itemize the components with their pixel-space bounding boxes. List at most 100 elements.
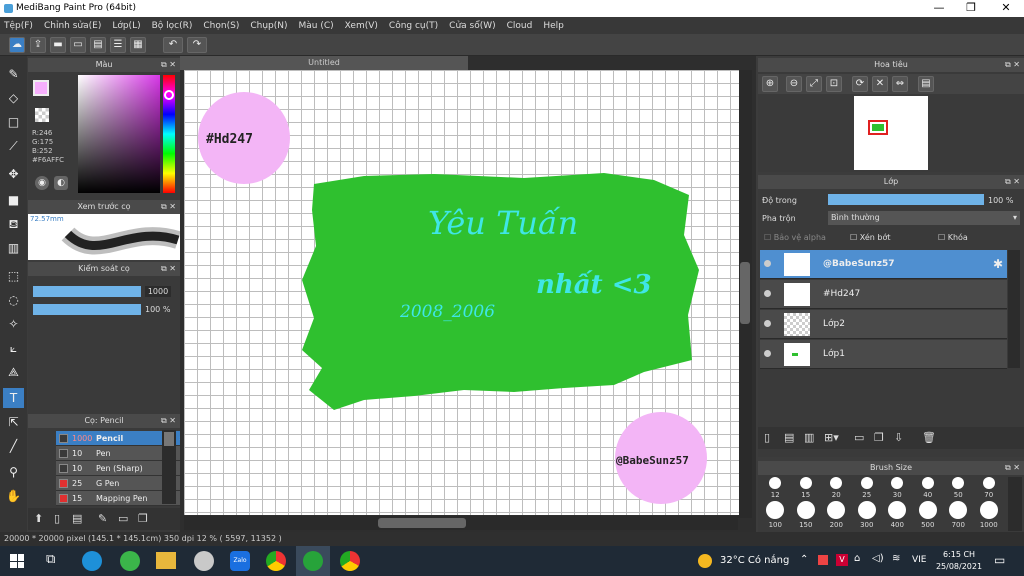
fit-icon[interactable]: ⤢ — [806, 76, 822, 92]
transparent-swatch[interactable] — [35, 108, 49, 122]
magic-wand-tool-icon[interactable]: ✧ — [3, 314, 24, 334]
select-pen-tool-icon[interactable]: ⟀ — [3, 338, 24, 358]
navigator-viewport[interactable] — [868, 120, 888, 135]
brush-size-preset[interactable]: 700 — [948, 501, 968, 531]
panel-close-icon[interactable]: ⧉ ✕ — [161, 58, 176, 72]
new-raster-layer-icon[interactable]: ▤ — [784, 431, 794, 444]
maximize-button[interactable]: ❐ — [955, 0, 987, 17]
navigator-settings-icon[interactable]: ▤ — [918, 76, 934, 92]
brush-size-preset[interactable]: 400 — [887, 501, 907, 531]
task-view-icon[interactable]: ⧉ — [46, 552, 55, 567]
zoom-out-icon[interactable]: ⊖ — [786, 76, 802, 92]
menu-item[interactable]: Chọn(S) — [203, 21, 239, 31]
brush-size-preset[interactable]: 150 — [796, 501, 816, 531]
brush-size-preset[interactable]: 200 — [826, 501, 846, 531]
flip-icon[interactable]: ⇔ — [892, 76, 908, 92]
edge-icon[interactable] — [82, 551, 102, 571]
brush-size-preset[interactable]: 15 — [796, 477, 816, 499]
reset-icon[interactable]: ✕ — [872, 76, 888, 92]
new-halftone-layer-icon[interactable]: ▥ — [804, 431, 814, 444]
fill-rect-tool-icon[interactable]: ■ — [3, 190, 24, 210]
layer-row[interactable]: Lớp2 — [760, 310, 1007, 339]
horizontal-scrollbar[interactable] — [184, 516, 738, 530]
brush-size-preset[interactable]: 500 — [918, 501, 938, 531]
zalo-icon[interactable]: Zalo — [230, 551, 250, 571]
brush-size-preset[interactable]: 300 — [857, 501, 877, 531]
eyedropper-tool-icon[interactable]: ⚲ — [3, 462, 24, 482]
edit-brush-icon[interactable]: ✎ — [98, 512, 107, 525]
navigator-thumbnail[interactable] — [854, 96, 928, 170]
layer-row[interactable]: Lớp1 — [760, 340, 1007, 369]
chat-icon[interactable]: ▭ — [70, 37, 86, 53]
chrome-icon[interactable] — [266, 551, 286, 571]
lasso-tool-icon[interactable]: ◌ — [3, 290, 24, 310]
tray-app-icon[interactable] — [818, 555, 828, 565]
layer-opacity-slider[interactable] — [828, 194, 984, 205]
primary-color-swatch[interactable] — [33, 80, 49, 96]
page-icon[interactable]: ▤ — [90, 37, 106, 53]
chrome-icon-2[interactable] — [340, 551, 360, 571]
delete-layer-icon[interactable]: 🗑 — [922, 431, 936, 444]
select-tool-icon[interactable]: ⬚ — [3, 266, 24, 286]
windows-start-icon[interactable] — [10, 554, 24, 568]
brush-opacity-slider[interactable] — [33, 304, 141, 315]
operation-tool-icon[interactable]: ⇱ — [3, 412, 24, 432]
share-icon[interactable]: ⇪ — [30, 37, 46, 53]
select-eraser-tool-icon[interactable]: ⟁ — [3, 362, 24, 382]
text-tool-icon[interactable]: T — [3, 388, 24, 408]
document-tab[interactable]: Untitled — [180, 56, 468, 70]
brush-size-preset[interactable]: 12 — [765, 477, 785, 499]
menu-item[interactable]: Cửa sổ(W) — [449, 21, 495, 31]
layer-row[interactable]: @BabeSunz57 ✱ — [760, 250, 1007, 279]
close-button[interactable]: ✕ — [990, 0, 1022, 17]
visibility-icon[interactable] — [764, 260, 771, 267]
layer-row[interactable]: #Hd247 — [760, 280, 1007, 309]
add-layer-menu-icon[interactable]: ⊞▾ — [824, 431, 839, 444]
minimize-button[interactable]: — — [923, 0, 955, 17]
brush-cloud-icon[interactable]: ⬆ — [34, 512, 43, 525]
menu-item[interactable]: Chụp(N) — [250, 21, 287, 31]
comment-icon[interactable]: ▬ — [50, 37, 66, 53]
menu-item[interactable]: Chỉnh sửa(E) — [44, 21, 101, 31]
brush-size-preset[interactable]: 70 — [979, 477, 999, 499]
cloud-icon[interactable]: ☁ — [9, 37, 25, 53]
visibility-icon[interactable] — [764, 320, 771, 327]
volume-icon[interactable]: ◁) — [872, 553, 884, 564]
eraser-tool-icon[interactable]: ◇ — [3, 88, 24, 108]
color-picker-icon[interactable]: ◐ — [54, 176, 68, 190]
divide-tool-icon[interactable]: ╱ — [3, 436, 24, 456]
menu-item[interactable]: Màu (C) — [299, 21, 334, 31]
zoom-in-icon[interactable]: ⊕ — [762, 76, 778, 92]
brush-size-preset[interactable]: 1000 — [979, 501, 999, 531]
notification-icon[interactable]: ▭ — [994, 553, 1005, 567]
panel-close-icon[interactable]: ⧉ ✕ — [161, 414, 176, 428]
duplicate-layer-icon[interactable]: ❐ — [874, 431, 884, 444]
app-grey-icon[interactable] — [194, 551, 214, 571]
panel-close-icon[interactable]: ⧉ ✕ — [161, 262, 176, 276]
wifi-icon[interactable]: ≋ — [892, 553, 900, 564]
menu-item[interactable]: Cloud — [507, 21, 533, 31]
clock[interactable]: 6:15 CH 25/08/2021 — [934, 549, 984, 573]
folder-icon[interactable]: ▭ — [854, 431, 864, 444]
blend-mode-select[interactable]: Bình thường ▾ — [828, 211, 1020, 225]
menu-item[interactable]: Bộ lọc(R) — [152, 21, 193, 31]
language-indicator[interactable]: VIE — [912, 555, 927, 565]
visibility-icon[interactable] — [764, 350, 771, 357]
visibility-icon[interactable] — [764, 290, 771, 297]
network-icon[interactable]: ⌂ — [854, 553, 860, 564]
brush-size-preset[interactable]: 100 — [765, 501, 785, 531]
new-brush-icon[interactable]: ▯ — [54, 512, 60, 525]
menu-item[interactable]: Help — [543, 21, 564, 31]
brush-size-slider[interactable] — [33, 286, 141, 297]
menu-item[interactable]: Công cụ(T) — [389, 21, 438, 31]
brush-size-preset[interactable]: 25 — [857, 477, 877, 499]
protect-alpha-checkbox[interactable]: ☐ Bảo vệ alpha — [764, 233, 826, 242]
palette-icon[interactable]: ◉ — [35, 176, 49, 190]
brush-opacity-value[interactable]: 100 % — [145, 304, 175, 315]
panel-close-icon[interactable]: ⧉ ✕ — [1005, 461, 1020, 475]
medibang-taskbar-item[interactable] — [296, 546, 330, 576]
panel-close-icon[interactable]: ⧉ ✕ — [161, 200, 176, 214]
brush-size-preset[interactable]: 50 — [948, 477, 968, 499]
brush-list-scrollbar[interactable] — [162, 430, 176, 504]
undo-icon[interactable]: ↶ — [163, 37, 183, 53]
